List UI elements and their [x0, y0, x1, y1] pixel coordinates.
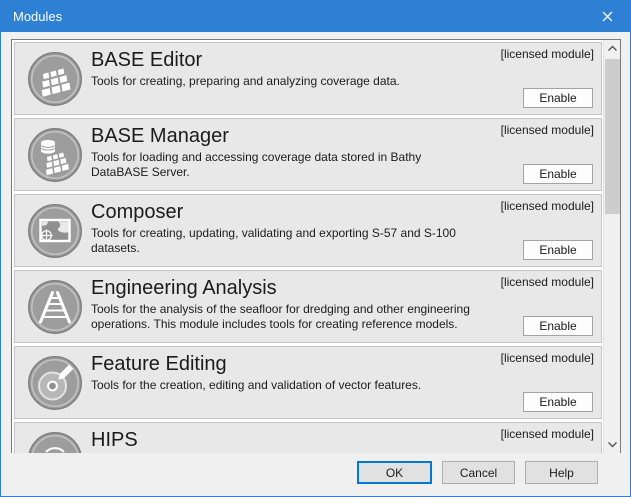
license-status: [licensed module]	[501, 47, 594, 61]
cancel-button[interactable]: Cancel	[442, 461, 515, 484]
modules-dialog: Modules BASE Editor Tools for creating, …	[0, 0, 631, 497]
sonar-icon	[27, 431, 83, 453]
close-button[interactable]	[585, 1, 630, 31]
vertical-scrollbar[interactable]	[603, 40, 620, 453]
ok-button[interactable]: OK	[357, 461, 432, 484]
license-status: [licensed module]	[501, 351, 594, 365]
module-description: Tools for the analysis of the seafloor f…	[91, 302, 531, 332]
chevron-up-icon	[607, 45, 618, 52]
module-row: Feature Editing Tools for the creation, …	[14, 346, 602, 419]
module-row: Composer Tools for creating, updating, v…	[14, 194, 602, 267]
scroll-up-button[interactable]	[604, 40, 621, 57]
window-title: Modules	[1, 9, 62, 24]
license-status: [licensed module]	[501, 275, 594, 289]
dialog-footer: OK Cancel Help	[1, 453, 630, 496]
title-bar: Modules	[1, 1, 630, 32]
enable-button[interactable]: Enable	[523, 392, 593, 412]
license-status: [licensed module]	[501, 123, 594, 137]
disc-pencil-icon	[27, 355, 83, 411]
chevron-down-icon	[607, 441, 618, 448]
enable-button[interactable]: Enable	[523, 164, 593, 184]
database-grid-icon	[27, 127, 83, 183]
module-description: Tools for loading and accessing coverage…	[91, 150, 531, 180]
close-icon	[602, 11, 613, 22]
license-status: [licensed module]	[501, 427, 594, 441]
map-frame-icon	[27, 203, 83, 259]
scrollbar-thumb[interactable]	[605, 59, 620, 214]
module-cards-container: BASE Editor Tools for creating, preparin…	[12, 40, 603, 453]
enable-button[interactable]: Enable	[523, 88, 593, 108]
module-description: Tools for creating, updating, validating…	[91, 226, 531, 256]
surface-grid-icon	[27, 51, 83, 107]
module-description: Tools for creating, preparing and analyz…	[91, 74, 531, 89]
enable-button[interactable]: Enable	[523, 316, 593, 336]
module-row: BASE Manager Tools for loading and acces…	[14, 118, 602, 191]
scroll-down-button[interactable]	[604, 436, 621, 453]
module-row: HIPS [licensed module] Enable	[14, 422, 602, 453]
license-status: [licensed module]	[501, 199, 594, 213]
module-description: Tools for the creation, editing and vali…	[91, 378, 531, 393]
help-button[interactable]: Help	[525, 461, 598, 484]
module-list: BASE Editor Tools for creating, preparin…	[11, 39, 621, 454]
channel-icon	[27, 279, 83, 335]
enable-button[interactable]: Enable	[523, 240, 593, 260]
module-row: BASE Editor Tools for creating, preparin…	[14, 42, 602, 115]
module-row: Engineering Analysis Tools for the analy…	[14, 270, 602, 343]
